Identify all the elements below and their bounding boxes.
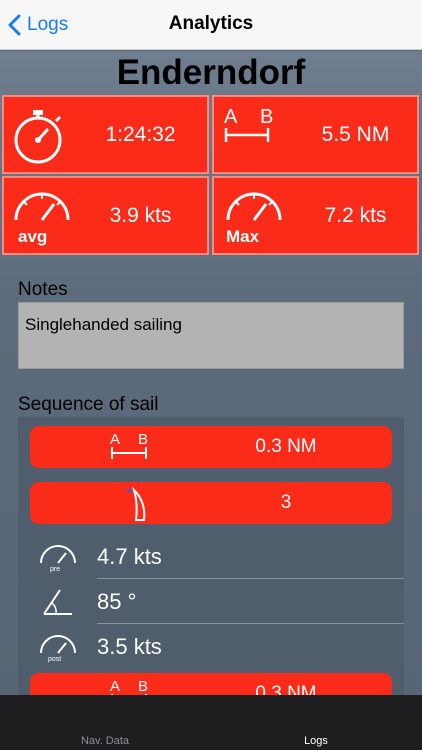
ab-icon-letter-a: A <box>224 106 238 128</box>
angle-icon <box>43 589 72 615</box>
distance-value: 5.5 NM <box>321 122 390 146</box>
avg-speed-tile: avg 3.9 kts <box>2 176 209 255</box>
location-title: Enderndorf <box>116 53 306 92</box>
angle-row: 85 ° <box>18 579 404 624</box>
notes-field[interactable]: Singlehanded sailing <box>18 302 404 369</box>
distance-tile: A B 5.5 NM <box>212 95 419 174</box>
post-speed-value: 3.5 kts <box>97 634 162 659</box>
tack-count-value: 3 <box>280 492 292 513</box>
angle-value: 85 ° <box>97 589 137 614</box>
post-speed-row: post 3.5 kts <box>18 624 404 669</box>
leg-distance-value: 0.3 NM <box>255 436 317 457</box>
tab-bar: Nav. Data Logs <box>0 695 422 750</box>
post-speedometer-icon: post <box>40 635 76 663</box>
max-speedometer-icon: Max <box>226 192 282 246</box>
max-speed-value: 7.2 kts <box>324 203 387 227</box>
max-icon-text: Max <box>226 227 260 246</box>
tack-count-pill[interactable]: 3 <box>30 482 392 524</box>
leg-distance-pill[interactable]: A B 0.3 NM <box>30 426 392 468</box>
sailboat-icon <box>126 486 146 521</box>
leg-distance-pill[interactable]: A B 0.3 NM <box>30 673 392 695</box>
max-speed-tile: Max 7.2 kts <box>212 176 419 255</box>
notes-label: Notes <box>18 279 68 300</box>
ab-icon-letter-a: A <box>110 678 120 695</box>
avg-speedometer-icon: avg <box>14 192 70 246</box>
notes-text: Singlehanded sailing <box>25 315 182 334</box>
ab-icon-letter-b: B <box>138 678 148 695</box>
tab-nav-data[interactable]: Nav. Data <box>55 735 155 747</box>
stopwatch-icon <box>14 110 62 164</box>
duration-value: 1:24:32 <box>105 122 176 146</box>
distance-ab-icon: A B <box>110 431 148 459</box>
pre-icon-text: pre <box>50 566 60 573</box>
tab-logs[interactable]: Logs <box>266 735 366 747</box>
nav-bar: Logs Analytics <box>0 0 422 50</box>
ab-icon-letter-b: B <box>138 431 148 448</box>
ab-icon-letter-a: A <box>110 431 120 448</box>
ab-icon-letter-b: B <box>260 106 273 128</box>
leg-distance-value: 0.3 NM <box>255 683 317 695</box>
sequence-label: Sequence of sail <box>18 394 159 415</box>
pre-speedometer-icon: pre <box>40 545 76 573</box>
page-title: Analytics <box>168 13 254 34</box>
duration-tile: 1:24:32 <box>2 95 209 174</box>
distance-ab-icon: A B <box>224 106 273 142</box>
pre-speed-row: pre 4.7 kts <box>18 534 404 579</box>
sequence-panel[interactable]: A B 0.3 NM 3 pre 4.7 kts 85 ° post 3.5 k… <box>18 417 404 695</box>
avg-speed-value: 3.9 kts <box>109 203 172 227</box>
content-area[interactable]: Enderndorf 1:24:32 A B 5.5 NM avg 3.9 kt… <box>0 51 422 695</box>
post-icon-text: post <box>48 656 61 663</box>
pre-speed-value: 4.7 kts <box>97 544 162 569</box>
avg-icon-text: avg <box>18 227 47 246</box>
distance-ab-icon: A B <box>110 678 148 695</box>
